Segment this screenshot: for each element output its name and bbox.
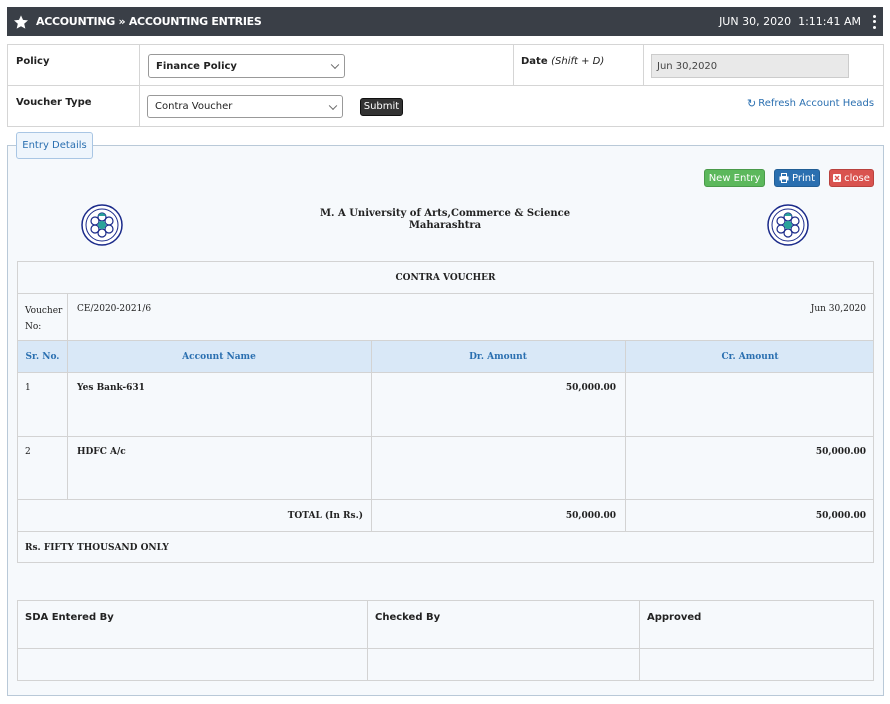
voucher-type-select[interactable]: Contra Voucher (147, 95, 343, 118)
col-sr-no: Sr. No. (25, 351, 60, 362)
table-row: 1 Yes Bank-631 50,000.00 (18, 373, 873, 437)
col-account-name: Account Name (182, 351, 256, 362)
print-button[interactable]: Print (774, 169, 820, 187)
checked-by-label: Checked By (375, 612, 441, 623)
amount-in-words: Rs. FIFTY THOUSAND ONLY (25, 543, 169, 553)
tab-entry-details[interactable]: Entry Details (16, 132, 93, 159)
close-button[interactable]: close (829, 169, 874, 187)
voucher-type-label: Voucher Type (16, 97, 92, 108)
chevron-down-icon (330, 60, 340, 70)
university-name: M. A University of Arts,Commerce & Scien… (280, 208, 610, 232)
sda-entered-by-label: SDA Entered By (25, 612, 114, 623)
row-sr: 2 (25, 447, 31, 457)
university-line2: Maharashtra (408, 220, 482, 231)
voucher-info-row: Voucher No: CE/2020-2021/6 Jun 30,2020 (18, 294, 873, 341)
submit-button[interactable]: Submit (360, 98, 403, 116)
close-label: close (844, 172, 870, 184)
voucher-type-select-value: Contra Voucher (155, 101, 233, 112)
total-dr: 50,000.00 (565, 511, 616, 521)
university-line1: M. A University of Arts,Commerce & Scien… (319, 208, 571, 219)
col-dr-amount: Dr. Amount (469, 351, 527, 362)
signature-table: SDA Entered By Checked By Approved (17, 600, 874, 681)
university-logo-right (767, 204, 809, 246)
close-icon (833, 174, 842, 182)
total-row: TOTAL (In Rs.) 50,000.00 50,000.00 (18, 500, 873, 532)
date-label: Date (Shift + D) (521, 56, 605, 67)
date-field[interactable]: Jun 30,2020 (651, 54, 849, 78)
row-account: HDFC A/c (77, 447, 126, 457)
voucher-table: CONTRA VOUCHER Voucher No: CE/2020-2021/6… (17, 261, 874, 563)
star-icon[interactable] (13, 14, 29, 30)
row-cr: 50,000.00 (815, 447, 866, 457)
top-bar: ACCOUNTING » ACCOUNTING ENTRIES JUN 30, … (7, 7, 883, 36)
row-dr: 50,000.00 (565, 383, 616, 393)
voucher-date: Jun 30,2020 (810, 304, 866, 314)
approved-label: Approved (647, 612, 702, 623)
row-account: Yes Bank-631 (77, 383, 145, 393)
more-menu-icon[interactable] (867, 14, 881, 30)
policy-select[interactable]: Finance Policy (148, 54, 345, 78)
new-entry-button[interactable]: New Entry (704, 169, 765, 187)
filter-panel: Policy Finance Policy Date (Shift + D) J… (7, 44, 884, 127)
print-icon (779, 173, 789, 183)
voucher-title-row: CONTRA VOUCHER (18, 262, 873, 294)
total-cr: 50,000.00 (815, 511, 866, 521)
policy-label: Policy (16, 56, 50, 67)
university-logo-left (81, 204, 123, 246)
refresh-account-heads-link[interactable]: ↻ Refresh Account Heads (747, 97, 874, 110)
refresh-label: Refresh Account Heads (758, 98, 875, 109)
page-title: ACCOUNTING » ACCOUNTING ENTRIES (36, 15, 262, 28)
table-row: 2 HDFC A/c 50,000.00 (18, 437, 873, 500)
voucher-no-label: Voucher No: (25, 306, 63, 332)
datetime-display: JUN 30, 2020 1:11:41 AM (719, 15, 861, 28)
row-sr: 1 (25, 383, 31, 393)
refresh-icon: ↻ (747, 97, 757, 110)
voucher-no-value: CE/2020-2021/6 (77, 304, 152, 314)
chevron-down-icon (328, 101, 338, 110)
col-cr-amount: Cr. Amount (721, 351, 779, 362)
policy-select-value: Finance Policy (156, 60, 237, 72)
voucher-title: CONTRA VOUCHER (395, 273, 496, 283)
total-label: TOTAL (In Rs.) (287, 511, 363, 521)
voucher-header-row: Sr. No. Account Name Dr. Amount Cr. Amou… (18, 341, 873, 373)
print-label: Print (791, 172, 815, 184)
